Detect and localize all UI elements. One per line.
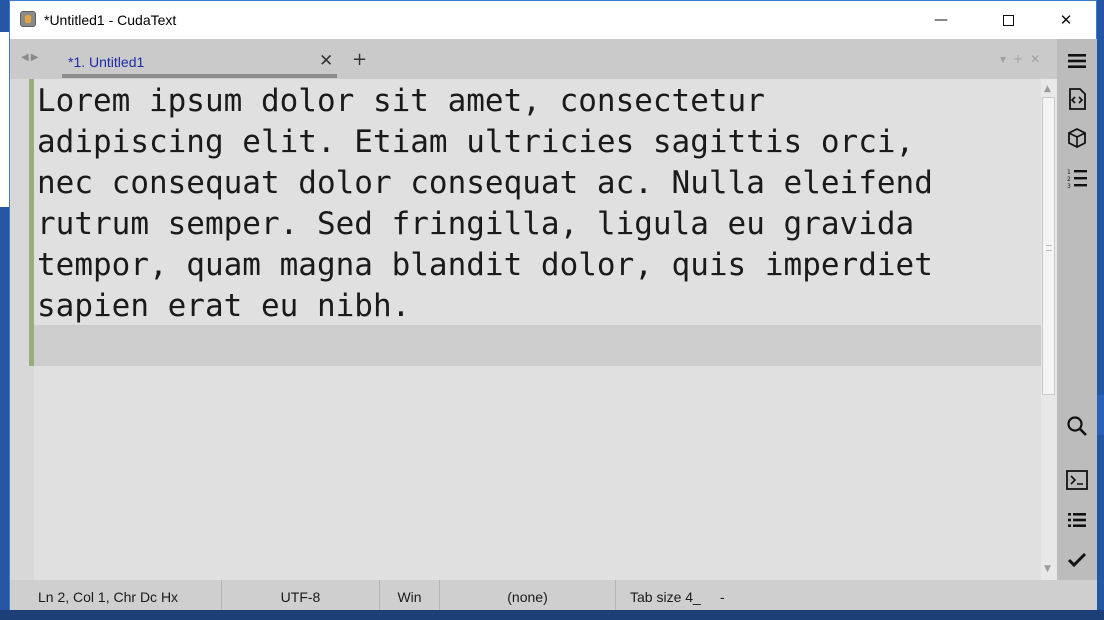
editor-line: Lorem ipsum dolor sit amet, consectetur — [37, 83, 765, 119]
code-tree-icon[interactable] — [1065, 87, 1089, 111]
maximize-button[interactable] — [985, 1, 1031, 39]
current-line-highlight — [34, 325, 1041, 366]
new-tab-button[interactable]: + — [352, 49, 367, 70]
tab-scroll-arrows-icon[interactable]: ◀▶ — [21, 52, 40, 63]
active-tab-indicator — [62, 74, 337, 78]
editor-line: nec consequat dolor consequat ac. Nulla … — [37, 165, 933, 201]
title-bar[interactable]: *Untitled1 - CudaText — ✕ — [10, 1, 1096, 39]
status-tab-size[interactable]: Tab size 4_ — [616, 580, 720, 610]
desktop-background-left — [0, 0, 9, 620]
svg-text:2: 2 — [1067, 176, 1071, 183]
numbered-list-icon[interactable]: 123 — [1065, 166, 1089, 190]
window-title: *Untitled1 - CudaText — [44, 12, 177, 28]
desktop-background-bottom — [0, 610, 1104, 620]
editor-area[interactable]: Lorem ipsum dolor sit amet, consectetur a… — [10, 79, 1041, 580]
svg-text:1: 1 — [1067, 169, 1071, 176]
status-encoding[interactable]: UTF-8 — [222, 580, 380, 610]
scrollbar-grip-icon — [1046, 245, 1052, 251]
scroll-down-icon[interactable]: ▼ — [1044, 564, 1051, 574]
editor-gutter[interactable] — [10, 79, 34, 580]
menu-icon[interactable] — [1065, 49, 1089, 73]
editor-line: sapien erat eu nibh. — [37, 288, 411, 324]
status-extra: - — [720, 589, 725, 605]
maximize-icon — [1002, 14, 1014, 26]
cudatext-window: *Untitled1 - CudaText — ✕ ◀▶ *1. Untitle… — [9, 0, 1097, 610]
vertical-scrollbar[interactable]: ▲ ▼ — [1041, 79, 1057, 580]
svg-text:3: 3 — [1067, 183, 1071, 189]
minimize-button[interactable]: — — [918, 1, 964, 39]
validate-icon[interactable] — [1065, 548, 1089, 572]
tab-close-icon[interactable]: ✕ — [319, 51, 333, 71]
scrollbar-thumb[interactable] — [1042, 97, 1055, 395]
side-panel: 123 — [1057, 39, 1097, 580]
close-button[interactable]: ✕ — [1043, 1, 1089, 39]
editor-line: adipiscing elit. Etiam ultricies sagitti… — [37, 124, 915, 160]
modified-lines-marker — [29, 79, 34, 366]
status-caret-position[interactable]: Ln 2, Col 1, Chr Dc Hx — [10, 580, 222, 610]
console-icon[interactable] — [1065, 468, 1089, 492]
close-icon: ✕ — [1059, 11, 1073, 29]
editor-line: tempor, quam magna blandit dolor, quis i… — [37, 247, 933, 283]
editor-text[interactable]: Lorem ipsum dolor sit amet, consectetur a… — [37, 81, 1037, 327]
minimize-icon: — — [934, 12, 948, 28]
tab-untitled1[interactable]: *1. Untitled1 ✕ — [62, 47, 337, 79]
status-bar: Ln 2, Col 1, Chr Dc Hx UTF-8 Win (none) … — [10, 580, 1097, 610]
status-line-ending[interactable]: Win — [380, 580, 440, 610]
output-list-icon[interactable] — [1065, 508, 1089, 532]
search-icon[interactable] — [1065, 414, 1089, 438]
tab-bar: ◀▶ *1. Untitled1 ✕ + ▾+✕ — [10, 39, 1057, 79]
project-icon[interactable] — [1065, 126, 1089, 150]
app-icon[interactable] — [20, 11, 36, 27]
tab-menu-controls[interactable]: ▾+✕ — [1000, 52, 1047, 66]
desktop-window-edge — [0, 32, 9, 207]
scroll-up-icon[interactable]: ▲ — [1044, 84, 1051, 94]
editor-line: rutrum semper. Sed fringilla, ligula eu … — [37, 206, 915, 242]
tab-label: *1. Untitled1 — [68, 54, 145, 70]
status-lexer[interactable]: (none) — [440, 580, 616, 610]
